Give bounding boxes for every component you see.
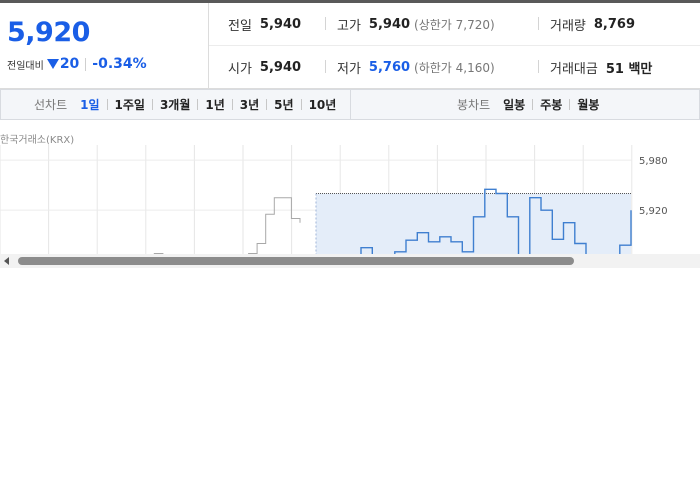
stat-divider [538, 17, 539, 30]
stat-value: 5,940 [259, 16, 302, 32]
history-line [153, 197, 301, 255]
stat-label: 거래량 [550, 18, 586, 34]
tab-separator [106, 99, 108, 110]
tab-line-period-3[interactable]: 1년 [205, 96, 224, 113]
stat-divider [325, 17, 326, 30]
stat-open: 시가 5,940 [228, 46, 301, 88]
stat-high: 고가 5,940 (상한가 7,720) [337, 3, 495, 45]
tab-separator [151, 99, 153, 110]
tab-candle-period-0[interactable]: 일봉 [503, 96, 525, 113]
stat-label: 고가 [337, 18, 361, 34]
stat-label: 전일 [228, 18, 252, 34]
scrollbar-thumb[interactable] [18, 257, 574, 265]
change-divider [85, 57, 87, 71]
stat-divider [325, 60, 326, 73]
stat-value: 8,769 [593, 16, 636, 32]
tab-separator [532, 99, 534, 110]
stats-row-2: 시가 5,940 저가 5,760 (하한가 4,160) 거래대금 51 백만 [209, 46, 700, 88]
tab-candle-period-2[interactable]: 월봉 [577, 96, 599, 113]
chart-scrollbar[interactable] [0, 254, 700, 268]
candle-chart-label: 봉차트 [457, 98, 491, 112]
tab-group-divider [350, 90, 351, 119]
scroll-left-arrow-icon[interactable] [4, 257, 9, 265]
quote-panel: 5,920 전일대비 20 -0.34% 전일 5,940 고가 5,940 (… [0, 3, 700, 89]
stat-value: 5,760 [368, 59, 411, 75]
upper-limit: (상한가 7,720) [414, 17, 495, 32]
stat-divider [538, 60, 539, 73]
tab-separator [569, 99, 571, 110]
current-price: 5,920 [7, 17, 90, 48]
tab-line-period-6[interactable]: 10년 [309, 96, 337, 113]
stat-prev-close: 전일 5,940 [228, 3, 301, 45]
change-value: 20 [59, 56, 80, 72]
line-chart-tabs: 선차트 1일 1주일 3개월 1년 3년 5년 10년 [34, 90, 336, 119]
price-chart: 5,9805,9205,850 [0, 145, 700, 255]
data-source: 한국거래소(KRX) [0, 135, 75, 146]
y-tick-label: 5,920 [639, 206, 668, 217]
tab-line-period-1[interactable]: 1주일 [115, 96, 145, 113]
tab-line-period-4[interactable]: 3년 [240, 96, 259, 113]
line-chart-label: 선차트 [34, 98, 68, 112]
tab-separator [231, 99, 233, 110]
stat-value: 5,940 [259, 59, 302, 75]
tab-separator [300, 99, 302, 110]
stat-label: 거래대금 [550, 61, 598, 77]
tab-separator [197, 99, 199, 110]
price-chart-svg: 5,9805,9205,850 [0, 145, 668, 255]
price-box: 5,920 전일대비 20 -0.34% [0, 3, 209, 88]
stat-volume: 거래량 8,769 [550, 3, 635, 45]
change-percent: -0.34% [92, 56, 147, 72]
lower-limit: (하한가 4,160) [414, 60, 495, 75]
stats-row-1: 전일 5,940 고가 5,940 (상한가 7,720) 거래량 8,769 [209, 3, 700, 46]
chart-period-tabs: 선차트 1일 1주일 3개월 1년 3년 5년 10년 봉차트 일봉 주봉 월봉 [0, 89, 700, 120]
y-tick-label: 5,980 [639, 156, 668, 167]
stat-low: 저가 5,760 (하한가 4,160) [337, 46, 495, 88]
change-label: 전일대비 [7, 60, 44, 72]
stat-label: 저가 [337, 61, 361, 77]
candle-chart-tabs: 봉차트 일봉 주봉 월봉 [457, 90, 599, 119]
tab-separator [266, 99, 268, 110]
tab-line-period-2[interactable]: 3개월 [160, 96, 190, 113]
tab-candle-period-1[interactable]: 주봉 [540, 96, 562, 113]
stat-turnover: 거래대금 51 백만 [550, 46, 652, 88]
stat-label: 시가 [228, 61, 252, 77]
stat-value: 5,940 [368, 16, 411, 32]
tab-line-period-5[interactable]: 5년 [274, 96, 293, 113]
down-arrow-icon [46, 59, 59, 69]
change-row: 전일대비 20 -0.34% [7, 55, 147, 73]
stat-value: 51 백만 [605, 61, 653, 77]
tab-line-period-0[interactable]: 1일 [80, 96, 99, 113]
